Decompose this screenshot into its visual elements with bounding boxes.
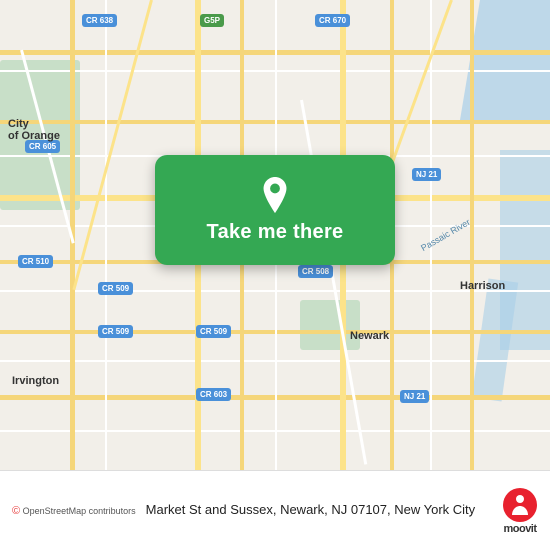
address-text: Market St and Sussex, Newark, NJ 07107, …	[146, 501, 492, 519]
badge-cr509-3: CR 509	[196, 325, 231, 338]
road-v2	[105, 0, 107, 470]
location-pin-icon	[257, 177, 293, 213]
moovit-text: moovit	[503, 523, 536, 535]
road-v9	[470, 0, 474, 470]
label-irvington: Irvington	[12, 375, 59, 387]
moovit-logo: moovit	[502, 487, 538, 535]
green-center	[300, 300, 360, 350]
button-label: Take me there	[207, 221, 344, 244]
badge-cr603: CR 603	[196, 388, 231, 401]
badge-nj21-bottom: NJ 21	[400, 390, 429, 403]
badge-cr509-1: CR 509	[98, 282, 133, 295]
badge-cr670: CR 670	[315, 14, 350, 27]
badge-cr638: CR 638	[82, 14, 117, 27]
badge-g5p: G5P	[200, 14, 224, 27]
badge-cr510: CR 510	[18, 255, 53, 268]
label-harrison: Harrison	[460, 280, 505, 292]
label-newark: Newark	[350, 330, 389, 342]
road-v8	[430, 0, 432, 470]
bottom-bar: © OpenStreetMap contributors Market St a…	[0, 470, 550, 550]
map-view: CR 638 G5P CR 670 CR 605 G5 NJ 21 CR 510…	[0, 0, 550, 470]
take-me-there-button[interactable]: Take me there	[155, 155, 395, 265]
badge-cr508: CR 508	[298, 265, 333, 278]
badge-nj21-top: NJ 21	[412, 168, 441, 181]
moovit-icon	[502, 487, 538, 523]
badge-cr509-2: CR 509	[98, 325, 133, 338]
label-city-orange: Cityof Orange	[8, 118, 60, 142]
osm-credit: © OpenStreetMap contributors	[12, 505, 136, 517]
